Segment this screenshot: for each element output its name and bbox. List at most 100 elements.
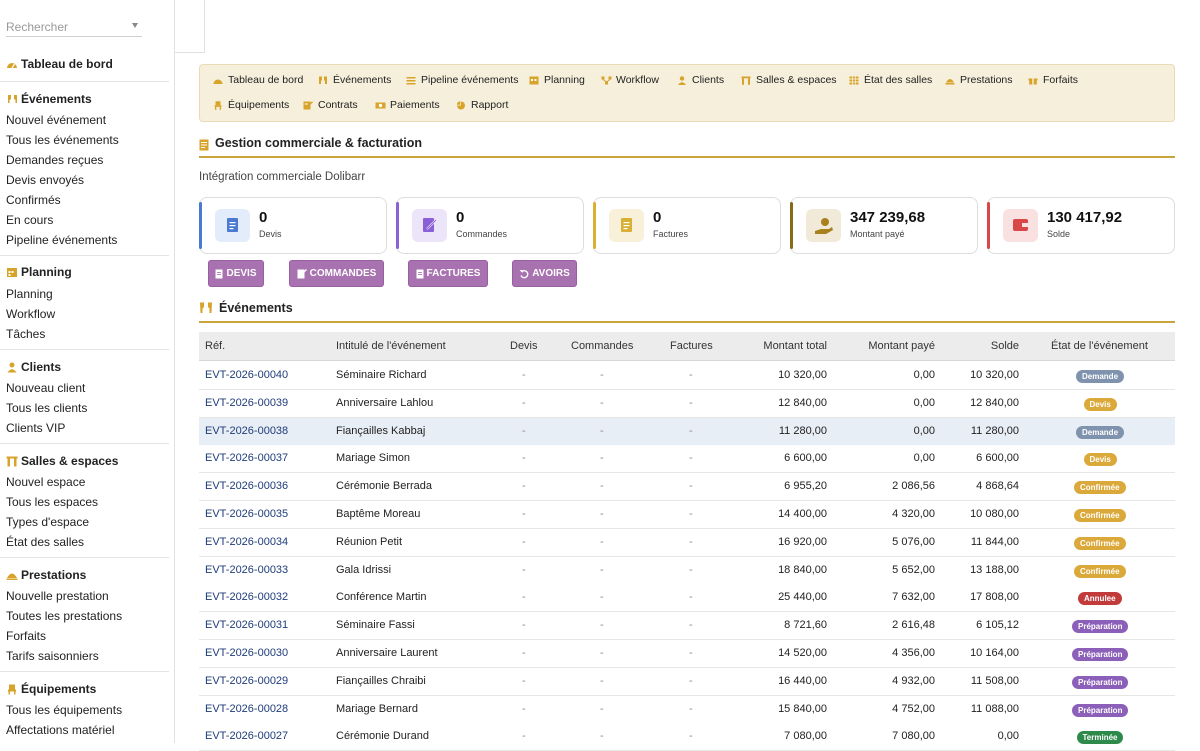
nav-evenements[interactable]: Événements	[318, 74, 391, 86]
sidebar-item-pipeline[interactable]: Pipeline événements	[6, 233, 117, 247]
sidebar-item-quotes-sent[interactable]: Devis envoyés	[6, 173, 84, 187]
chevron-down-icon[interactable]	[132, 23, 138, 28]
event-ref-link[interactable]: EVT-2026-00032	[205, 591, 288, 603]
card-icon-box	[412, 209, 447, 242]
table-row[interactable]: EVT-2026-00030 Anniversaire Laurent - - - 14 …	[199, 640, 1175, 668]
table-row[interactable]: EVT-2026-00028 Mariage Bernard - - - 15 840,0…	[199, 695, 1175, 724]
kpi-card-montant-paye[interactable]: 347 239,68 Montant payé	[790, 197, 978, 254]
nav-contrats[interactable]: Contrats	[303, 99, 358, 111]
sidebar-item-new-client[interactable]: Nouveau client	[6, 381, 85, 395]
sidebar-section-events[interactable]: Événements	[6, 92, 92, 106]
event-ref-link[interactable]: EVT-2026-00037	[205, 452, 288, 464]
col-paid[interactable]: Montant payé	[839, 340, 935, 352]
sidebar-item-new-space[interactable]: Nouvel espace	[6, 475, 85, 489]
factures-button[interactable]: FACTURES	[408, 260, 488, 287]
avoirs-button[interactable]: AVOIRS	[512, 260, 577, 287]
nav-salles[interactable]: Salles & espaces	[741, 74, 837, 86]
sidebar-item-planning[interactable]: Planning	[6, 287, 53, 301]
sidebar-item-all-spaces[interactable]: Tous les espaces	[6, 495, 98, 509]
nav-clients[interactable]: Clients	[677, 74, 724, 86]
event-ref-link[interactable]: EVT-2026-00033	[205, 564, 288, 576]
commandes-cell: -	[600, 424, 604, 437]
event-ref-link[interactable]: EVT-2026-00028	[205, 703, 288, 715]
devis-cell: -	[522, 591, 526, 604]
col-name[interactable]: Intitulé de l'événement	[336, 340, 446, 352]
table-row[interactable]: EVT-2026-00040 Séminaire Richard - - - 10 320…	[199, 362, 1175, 390]
kpi-card-solde[interactable]: 130 417,92 Solde	[987, 197, 1175, 254]
sidebar-item-confirmed[interactable]: Confirmés	[6, 193, 61, 207]
event-ref-link[interactable]: EVT-2026-00038	[205, 425, 288, 437]
table-row[interactable]: EVT-2026-00035 Baptême Moreau - - - 14 400,00…	[199, 501, 1175, 529]
event-ref-link[interactable]: EVT-2026-00031	[205, 619, 288, 631]
event-ref-link[interactable]: EVT-2026-00030	[205, 647, 288, 659]
sidebar-section-equipment[interactable]: Équipements	[6, 682, 96, 696]
nav-pipeline[interactable]: Pipeline événements	[406, 74, 518, 86]
kpi-card-devis[interactable]: 0 Devis	[199, 197, 387, 254]
nav-forfaits[interactable]: Forfaits	[1028, 74, 1078, 86]
col-status[interactable]: État de l'événement	[1051, 340, 1148, 352]
table-row[interactable]: EVT-2026-00038 Fiançailles Kabbaj - - - 11 28…	[199, 417, 1175, 446]
sidebar-item-dashboard[interactable]: Tableau de bord	[6, 57, 113, 71]
sidebar-item-new-event[interactable]: Nouvel événement	[6, 113, 106, 127]
sidebar-item-new-service[interactable]: Nouvelle prestation	[6, 589, 109, 603]
nav-workflow[interactable]: Workflow	[601, 74, 659, 86]
col-balance[interactable]: Solde	[959, 340, 1019, 352]
sidebar-section-services[interactable]: Prestations	[6, 568, 86, 582]
col-total[interactable]: Montant total	[739, 340, 827, 352]
col-commandes[interactable]: Commandes	[571, 340, 633, 352]
sidebar-item-tasks[interactable]: Tâches	[6, 327, 45, 341]
sidebar-section-rooms[interactable]: Salles & espaces	[6, 454, 118, 468]
col-factures[interactable]: Factures	[670, 340, 713, 352]
col-devis[interactable]: Devis	[510, 340, 538, 352]
table-row[interactable]: EVT-2026-00034 Réunion Petit - - - 16 920,00 5…	[199, 528, 1175, 557]
nav-etat-salles[interactable]: État des salles	[849, 74, 932, 86]
nav-paiements[interactable]: Paiements	[375, 99, 440, 111]
dashboard-icon	[6, 59, 18, 70]
nav-prestations[interactable]: Prestations	[945, 74, 1013, 86]
search-input[interactable]: Rechercher	[6, 17, 142, 37]
sidebar-item-in-progress[interactable]: En cours	[6, 213, 53, 227]
table-row[interactable]: EVT-2026-00029 Fiançailles Chraibi - - - 16 4…	[199, 667, 1175, 696]
devis-cell: -	[522, 396, 526, 409]
nav-tableau-de-bord[interactable]: Tableau de bord	[213, 74, 303, 86]
table-row[interactable]: EVT-2026-00037 Mariage Simon - - - 6 600,00 0,…	[199, 445, 1175, 474]
table-row[interactable]: EVT-2026-00032 Conférence Martin - - - 25 440…	[199, 584, 1175, 613]
sidebar-item-equipment-assignments[interactable]: Affectations matériel	[6, 723, 115, 737]
commandes-button[interactable]: COMMANDES	[289, 260, 384, 287]
kpi-card-commandes[interactable]: 0 Commandes	[396, 197, 584, 254]
sidebar-item-space-types[interactable]: Types d'espace	[6, 515, 89, 529]
section-subtitle: Intégration commerciale Dolibarr	[199, 171, 366, 183]
nav-equipements[interactable]: Équipements	[213, 99, 289, 111]
event-ref-link[interactable]: EVT-2026-00027	[205, 730, 288, 742]
event-name: Cérémonie Durand	[336, 730, 429, 743]
table-row[interactable]: EVT-2026-00031 Séminaire Fassi - - - 8 721,60…	[199, 612, 1175, 641]
sidebar-item-all-services[interactable]: Toutes les prestations	[6, 609, 122, 623]
nav-planning[interactable]: Planning	[529, 74, 585, 86]
event-name: Séminaire Richard	[336, 369, 427, 381]
kpi-card-factures[interactable]: 0 Factures	[593, 197, 781, 254]
table-row[interactable]: EVT-2026-00033 Gala Idrissi - - - 18 840,00 5 …	[199, 556, 1175, 585]
nav-rapport[interactable]: Rapport	[456, 99, 508, 111]
event-ref-link[interactable]: EVT-2026-00034	[205, 536, 288, 548]
event-ref-link[interactable]: EVT-2026-00039	[205, 397, 288, 409]
event-ref-link[interactable]: EVT-2026-00035	[205, 508, 288, 520]
sidebar-item-packages[interactable]: Forfaits	[6, 629, 46, 643]
table-row[interactable]: EVT-2026-00036 Cérémonie Berrada - - - 6 955,…	[199, 473, 1175, 502]
table-row[interactable]: EVT-2026-00039 Anniversaire Lahlou - - - 12 8…	[199, 389, 1175, 418]
sidebar-section-clients[interactable]: Clients	[6, 360, 61, 374]
event-ref-link[interactable]: EVT-2026-00040	[205, 369, 288, 381]
sidebar-item-room-status[interactable]: État des salles	[6, 535, 84, 549]
sidebar-item-workflow[interactable]: Workflow	[6, 307, 55, 321]
table-row[interactable]: EVT-2026-00027 Cérémonie Durand - - - 7 080,0…	[199, 723, 1175, 751]
sidebar-item-seasonal-rates[interactable]: Tarifs saisonniers	[6, 649, 99, 663]
sidebar-item-requests[interactable]: Demandes reçues	[6, 153, 103, 167]
event-ref-link[interactable]: EVT-2026-00029	[205, 675, 288, 687]
sidebar-item-all-clients[interactable]: Tous les clients	[6, 401, 87, 415]
devis-button[interactable]: DEVIS	[208, 260, 264, 287]
col-ref[interactable]: Réf.	[205, 340, 225, 352]
sidebar-item-all-equipment[interactable]: Tous les équipements	[6, 703, 122, 717]
sidebar-item-vip-clients[interactable]: Clients VIP	[6, 421, 65, 435]
sidebar-section-planning[interactable]: Planning	[6, 265, 72, 279]
sidebar-item-all-events[interactable]: Tous les événements	[6, 133, 119, 147]
event-ref-link[interactable]: EVT-2026-00036	[205, 480, 288, 492]
